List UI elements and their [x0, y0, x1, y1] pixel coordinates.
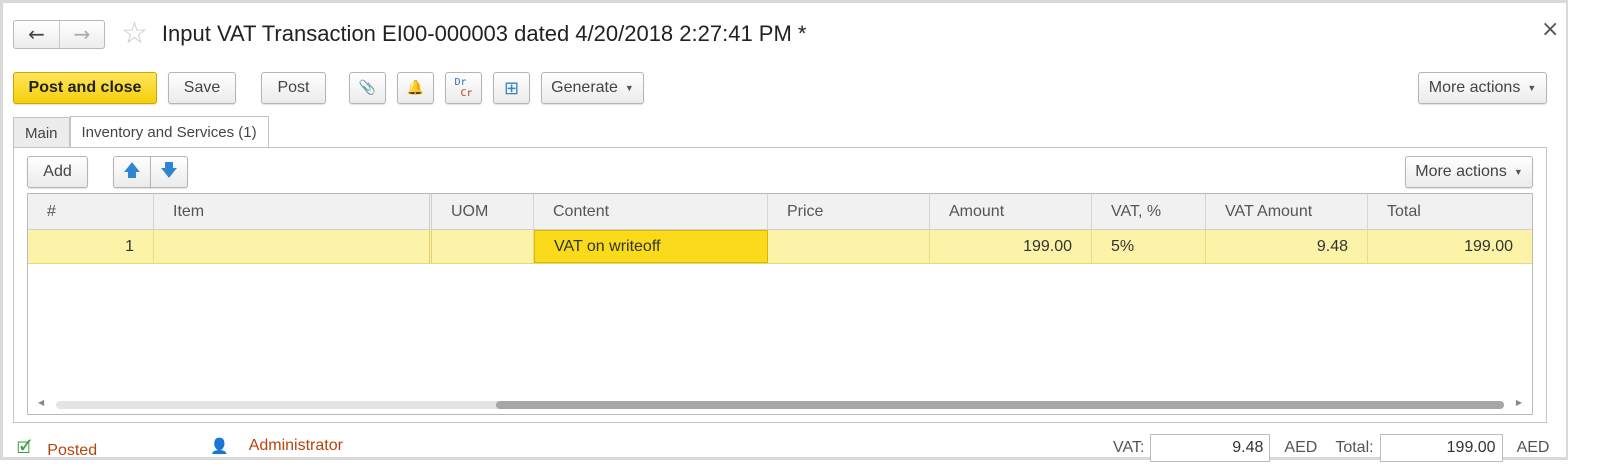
scroll-right-icon[interactable]: ▶: [1516, 398, 1522, 407]
caret-down-icon: ▼: [624, 83, 634, 93]
user-icon: 👤: [210, 437, 229, 455]
column-header-item[interactable]: Item: [154, 194, 432, 229]
vat-currency: AED: [1284, 439, 1318, 456]
scrollbar-thumb[interactable]: [496, 401, 1504, 409]
caret-down-icon: ▼: [1513, 167, 1523, 177]
more-actions-button[interactable]: More actions ▼: [1418, 72, 1547, 104]
move-down-arrow-icon[interactable]: 🡇: [150, 156, 188, 188]
posted-status-link[interactable]: Posted: [47, 442, 97, 460]
column-header-content[interactable]: Content: [534, 194, 768, 229]
generate-label: Generate: [551, 79, 618, 96]
column-header-number[interactable]: #: [28, 194, 154, 229]
nav-group: ← →: [13, 19, 105, 49]
cell-number[interactable]: 1: [28, 230, 154, 263]
back-arrow-icon[interactable]: ←: [14, 21, 59, 48]
cell-item[interactable]: [154, 230, 432, 263]
tab-bar: Main Inventory and Services (1): [13, 116, 269, 148]
column-header-amount[interactable]: Amount: [930, 194, 1092, 229]
table-more-actions-label: More actions: [1415, 163, 1507, 180]
total-currency: AED: [1516, 439, 1550, 456]
table-more-actions-button[interactable]: More actions ▼: [1405, 156, 1533, 188]
posted-status[interactable]: 🗹 Posted: [17, 437, 97, 464]
favorite-star-icon[interactable]: ☆: [121, 19, 148, 49]
table-row[interactable]: 1 VAT on writeoff 199.00 5% 9.48 199.00: [28, 230, 1532, 264]
column-header-total[interactable]: Total: [1368, 194, 1532, 229]
vat-total-field[interactable]: 9.48: [1150, 434, 1271, 462]
add-row-button[interactable]: Add: [27, 156, 88, 188]
cell-uom[interactable]: [432, 230, 534, 263]
column-header-price[interactable]: Price: [768, 194, 930, 229]
dr-cr-entries-button[interactable]: Dr Cr: [445, 72, 482, 104]
cell-amount[interactable]: 199.00: [930, 230, 1092, 263]
author[interactable]: 👤 Administrator: [210, 437, 343, 455]
post-button[interactable]: Post: [261, 72, 326, 104]
cell-price[interactable]: [768, 230, 930, 263]
cell-total[interactable]: 199.00: [1368, 230, 1532, 263]
structure-icon[interactable]: ⊞: [493, 72, 530, 104]
cell-vat-percent[interactable]: 5%: [1092, 230, 1206, 263]
dr-cr-icon: Dr Cr: [454, 77, 473, 99]
table-header: # Item UOM Content Price Amount VAT, % V…: [28, 194, 1532, 230]
cell-content[interactable]: VAT on writeoff: [534, 230, 768, 263]
move-up-arrow-icon[interactable]: 🡅: [113, 156, 151, 188]
attachment-icon[interactable]: 📎: [349, 72, 386, 104]
forward-arrow-icon[interactable]: →: [59, 20, 104, 48]
close-icon[interactable]: ×: [1541, 17, 1559, 42]
save-button[interactable]: Save: [168, 72, 236, 104]
scroll-left-icon[interactable]: ◀: [38, 398, 44, 407]
column-header-vat-percent[interactable]: VAT, %: [1092, 194, 1206, 229]
author-link[interactable]: Administrator: [249, 437, 343, 455]
page-title: Input VAT Transaction EI00-000003 dated …: [161, 21, 807, 46]
total-field[interactable]: 199.00: [1379, 434, 1503, 462]
totals: VAT: 9.48 AED Total: 199.00 AED: [1113, 434, 1549, 462]
caret-down-icon: ▼: [1527, 83, 1537, 93]
post-and-close-button[interactable]: Post and close: [13, 72, 157, 104]
horizontal-scrollbar[interactable]: ◀ ▶: [36, 398, 1524, 410]
column-header-vat-amount[interactable]: VAT Amount: [1206, 194, 1368, 229]
reminder-bell-icon[interactable]: 🔔: [397, 72, 434, 104]
posted-document-icon: 🗹: [17, 438, 32, 457]
generate-dropdown-button[interactable]: Generate ▼: [541, 72, 644, 104]
tab-main[interactable]: Main: [13, 117, 70, 148]
tab-inventory-and-services[interactable]: Inventory and Services (1): [69, 116, 269, 148]
column-header-uom[interactable]: UOM: [432, 194, 534, 229]
items-table[interactable]: # Item UOM Content Price Amount VAT, % V…: [27, 193, 1533, 415]
cell-vat-amount[interactable]: 9.48: [1206, 230, 1368, 263]
vat-label: VAT:: [1113, 439, 1145, 456]
total-label: Total:: [1335, 439, 1374, 456]
title-bar: ← → ☆ Input VAT Transaction EI00-000003 …: [13, 16, 806, 52]
more-actions-label: More actions: [1428, 79, 1521, 96]
